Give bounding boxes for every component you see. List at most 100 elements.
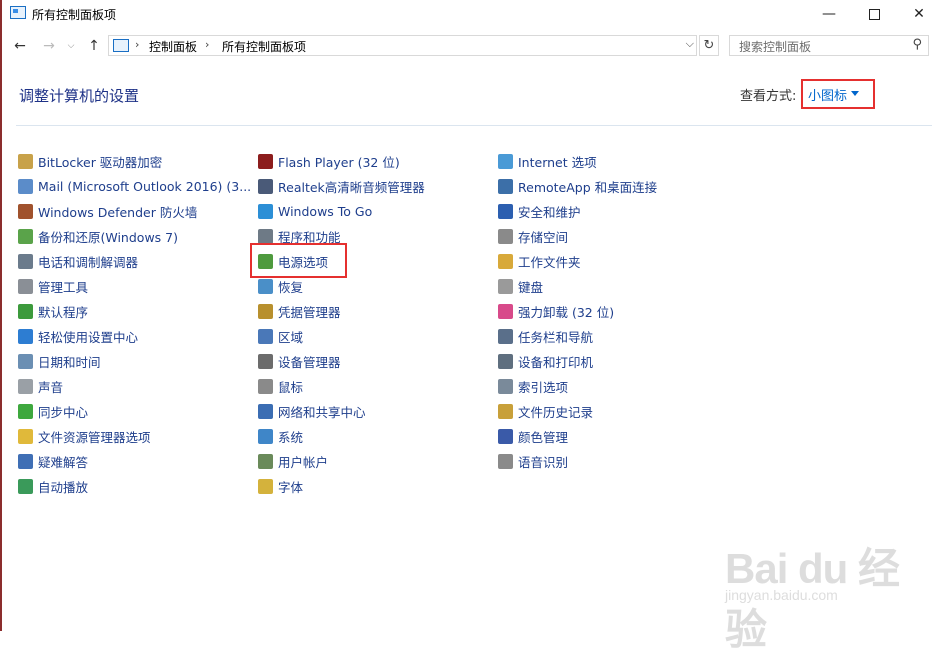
power-options-highlight (250, 243, 347, 278)
recovery-icon (258, 278, 273, 294)
minimize-icon: — (822, 6, 836, 22)
troubleshoot-icon (18, 453, 33, 469)
control-panel-item[interactable]: 轻松使用设置中心 (18, 325, 138, 347)
maximize-button[interactable] (851, 0, 897, 28)
item-label: 安全和维护 (518, 204, 581, 220)
control-panel-item[interactable]: 任务栏和导航 (498, 325, 593, 347)
minimize-button[interactable]: — (806, 0, 852, 28)
control-panel-item[interactable]: 设备管理器 (258, 350, 341, 372)
control-panel-item[interactable]: 日期和时间 (18, 350, 101, 372)
address-dropdown-icon[interactable]: ⌵ (686, 37, 694, 51)
programs-icon (258, 228, 273, 244)
control-panel-icon (113, 39, 129, 52)
item-label: 自动播放 (38, 479, 89, 495)
breadcrumb-all-items[interactable]: 所有控制面板项 (222, 38, 306, 55)
backup-icon (18, 228, 33, 244)
item-label: 网络和共享中心 (278, 404, 366, 420)
control-panel-item[interactable]: Windows To Go (258, 200, 372, 222)
item-label: 存储空间 (518, 229, 569, 245)
uninstall-icon (498, 303, 513, 319)
control-panel-item[interactable]: 用户帐户 (258, 450, 328, 472)
admin-tools-icon (18, 278, 33, 294)
control-panel-item[interactable]: 强力卸载 (32 位) (498, 300, 614, 322)
address-bar[interactable]: › 控制面板 › 所有控制面板项 ⌵ (108, 35, 697, 56)
control-panel-item[interactable]: 管理工具 (18, 275, 88, 297)
control-panel-item[interactable]: 文件历史记录 (498, 400, 593, 422)
control-panel-item[interactable]: 设备和打印机 (498, 350, 593, 372)
item-label: Internet 选项 (518, 154, 597, 170)
control-panel-item[interactable]: 区域 (258, 325, 303, 347)
control-panel-item[interactable]: 默认程序 (18, 300, 88, 322)
control-panel-item[interactable]: 存储空间 (498, 225, 568, 247)
forward-button[interactable]: → (40, 37, 58, 55)
control-panel-item[interactable]: Flash Player (32 位) (258, 150, 400, 172)
bitlocker-icon (18, 153, 33, 169)
item-label: 设备管理器 (278, 354, 341, 370)
item-label: 疑难解答 (38, 454, 89, 470)
control-panel-item[interactable]: 声音 (18, 375, 63, 397)
item-label: 鼠标 (278, 379, 304, 395)
control-panel-item[interactable]: 恢复 (258, 275, 303, 297)
control-panel-item[interactable]: 备份和还原(Windows 7) (18, 225, 178, 247)
control-panel-item[interactable]: 网络和共享中心 (258, 400, 366, 422)
control-panel-item[interactable]: 电话和调制解调器 (18, 250, 138, 272)
indexing-icon (498, 378, 513, 394)
firewall-icon (18, 203, 33, 219)
sync-icon (18, 403, 33, 419)
refresh-button[interactable]: ↻ (699, 35, 719, 56)
control-panel-item[interactable]: 键盘 (498, 275, 543, 297)
breadcrumb-control-panel[interactable]: 控制面板 (149, 38, 197, 55)
control-panel-item[interactable]: RemoteApp 和桌面连接 (498, 175, 657, 197)
search-input[interactable]: 搜索控制面板 ⚲ (729, 35, 929, 56)
item-label: 文件历史记录 (518, 404, 594, 420)
item-label: Mail (Microsoft Outlook 2016) (3... (38, 178, 252, 194)
item-label: 工作文件夹 (518, 254, 581, 270)
item-label: Windows Defender 防火墙 (38, 204, 198, 220)
control-panel-item[interactable]: Realtek高清晰音频管理器 (258, 175, 425, 197)
windows-to-go-icon (258, 203, 273, 219)
system-icon (258, 428, 273, 444)
item-label: 索引选项 (518, 379, 569, 395)
control-panel-item[interactable]: Windows Defender 防火墙 (18, 200, 197, 222)
recent-locations-button[interactable]: ⌵ (62, 37, 80, 55)
back-button[interactable]: ← (11, 37, 29, 55)
control-panel-item[interactable]: Internet 选项 (498, 150, 597, 172)
region-icon (258, 328, 273, 344)
control-panel-item[interactable]: 同步中心 (18, 400, 88, 422)
control-panel-item[interactable]: 安全和维护 (498, 200, 581, 222)
control-panel-item[interactable]: 工作文件夹 (498, 250, 581, 272)
item-label: 同步中心 (38, 404, 89, 420)
watermark-url: jingyan.baidu.com (725, 587, 838, 603)
control-panel-item[interactable]: 疑难解答 (18, 450, 88, 472)
item-label: 强力卸载 (32 位) (518, 304, 615, 320)
divider (16, 125, 932, 126)
credential-icon (258, 303, 273, 319)
control-panel-item[interactable]: 颜色管理 (498, 425, 568, 447)
close-icon: ✕ (913, 6, 925, 22)
caret-down-icon[interactable] (851, 91, 859, 96)
item-label: 默认程序 (38, 304, 89, 320)
up-arrow-icon: ↑ (88, 38, 100, 54)
control-panel-item[interactable]: 鼠标 (258, 375, 303, 397)
realtek-audio-icon (258, 178, 273, 194)
mouse-icon (258, 378, 273, 394)
item-label: 区域 (278, 329, 304, 345)
close-button[interactable]: ✕ (896, 0, 942, 28)
control-panel-item[interactable]: 字体 (258, 475, 303, 497)
control-panel-item[interactable]: 索引选项 (498, 375, 568, 397)
control-panel-item[interactable]: 凭据管理器 (258, 300, 341, 322)
control-panel-item[interactable]: 自动播放 (18, 475, 88, 497)
maximize-icon (868, 8, 880, 20)
autoplay-icon (18, 478, 33, 494)
control-panel-item[interactable]: BitLocker 驱动器加密 (18, 150, 162, 172)
default-programs-icon (18, 303, 33, 319)
remoteapp-icon (498, 178, 513, 194)
window-title: 所有控制面板项 (32, 8, 117, 22)
control-panel-item[interactable]: 语音识别 (498, 450, 568, 472)
control-panel-item[interactable]: 系统 (258, 425, 303, 447)
up-button[interactable]: ↑ (85, 37, 103, 55)
view-by-dropdown[interactable]: 小图标 (808, 85, 847, 104)
control-panel-item[interactable]: 文件资源管理器选项 (18, 425, 151, 447)
item-label: 电话和调制解调器 (38, 254, 139, 270)
control-panel-item[interactable]: Mail (Microsoft Outlook 2016) (3... (18, 175, 251, 197)
